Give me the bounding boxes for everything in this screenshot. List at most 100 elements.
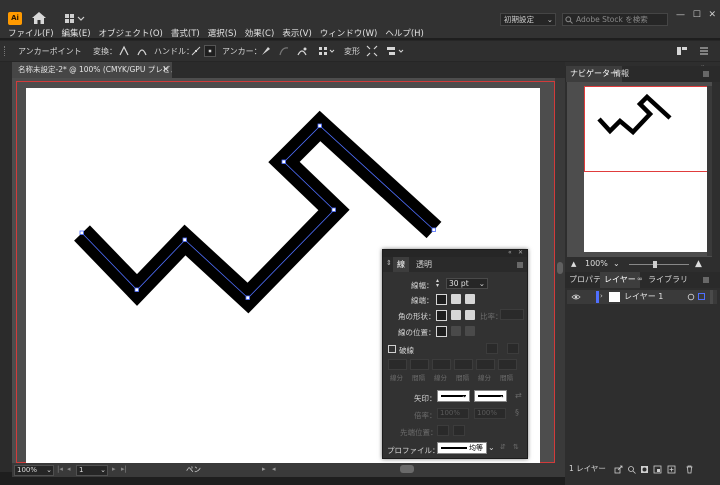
dashed-line-checkbox[interactable]	[388, 345, 396, 353]
delete-layer-icon[interactable]	[685, 465, 694, 474]
gap-2-input[interactable]	[454, 359, 473, 370]
menu-select[interactable]: 選択(S)	[208, 27, 237, 39]
tab-layers[interactable]: レイヤー	[600, 272, 640, 288]
end-arrow-scale-input[interactable]: 100%	[474, 408, 506, 419]
stock-search-input[interactable]: Adobe Stock を検索	[562, 13, 668, 26]
anchor-point[interactable]	[317, 123, 322, 128]
start-arrow-scale-input[interactable]: 100%	[437, 408, 469, 419]
bevel-join-button[interactable]	[465, 310, 475, 320]
gap-3-input[interactable]	[498, 359, 517, 370]
stroke-panel-titlebar[interactable]	[383, 250, 527, 257]
convert-smooth-icon[interactable]	[136, 45, 148, 57]
select-similar-icon[interactable]	[318, 45, 336, 57]
transform-button[interactable]: 変形	[344, 46, 360, 57]
close-window-button[interactable]: ✕	[708, 10, 716, 24]
expand-arrow-icon[interactable]: ›	[600, 292, 603, 300]
workspace-switcher-icon[interactable]	[64, 13, 86, 25]
arrange-documents-icon[interactable]	[676, 45, 688, 57]
panel-menu-icon[interactable]	[702, 70, 710, 78]
zoom-slider-thumb[interactable]	[653, 261, 657, 268]
tip-extend-button[interactable]	[437, 425, 449, 436]
width-profile-select[interactable]: 均等	[437, 442, 487, 454]
panel-menu-icon[interactable]	[698, 45, 710, 57]
minimize-button[interactable]: —	[676, 10, 685, 24]
flip-profile-vertical-icon[interactable]: ⇅	[513, 443, 519, 451]
chevron-down-icon[interactable]: ⌄	[499, 391, 506, 400]
remove-anchor-icon[interactable]	[260, 45, 272, 57]
align-center-button[interactable]	[436, 326, 447, 337]
menu-window[interactable]: ウィンドウ(W)	[320, 27, 378, 39]
artboard-select[interactable]: 1 ⌄	[76, 465, 108, 476]
anchor-point[interactable]	[331, 207, 336, 212]
menu-view[interactable]: 表示(V)	[282, 27, 311, 39]
tools-panel-collapsed[interactable]	[0, 62, 12, 472]
round-cap-button[interactable]	[451, 294, 461, 304]
anchor-point[interactable]	[281, 159, 286, 164]
tab-stroke[interactable]: 線	[393, 257, 409, 272]
new-sublayer-icon[interactable]	[653, 465, 662, 474]
chevron-down-icon[interactable]: ⌄	[488, 443, 495, 452]
projecting-cap-button[interactable]	[465, 294, 475, 304]
layer-target-icon[interactable]	[687, 293, 695, 301]
weight-stepper-icon[interactable]: ▴ ▾	[436, 278, 445, 289]
menu-object[interactable]: オブジェクト(O)	[99, 27, 163, 39]
zoom-out-icon[interactable]: ▲	[571, 258, 576, 270]
home-icon[interactable]	[31, 11, 47, 25]
locate-object-icon[interactable]	[627, 465, 636, 474]
flip-profile-icon[interactable]: ⇵	[500, 443, 506, 451]
tip-place-button[interactable]	[453, 425, 465, 436]
export-icon[interactable]	[614, 465, 623, 474]
isolate-icon[interactable]	[366, 45, 378, 57]
anchor-point[interactable]	[182, 237, 187, 242]
dash-2-input[interactable]	[432, 359, 451, 370]
dash-preserve-button[interactable]	[486, 343, 498, 354]
convert-corner-icon[interactable]	[118, 45, 130, 57]
artboard-nav-next-icon[interactable]: ▸	[112, 465, 116, 473]
connect-anchor-icon[interactable]	[278, 45, 290, 57]
control-bar-grip[interactable]	[4, 46, 7, 56]
maximize-button[interactable]: ☐	[693, 10, 701, 24]
align-outside-button[interactable]	[465, 326, 475, 336]
document-tab-close-button[interactable]: ✕	[162, 62, 170, 78]
stroke-panel-collapse-icon[interactable]: «	[508, 249, 512, 256]
stroke-panel-close-icon[interactable]: ✕	[518, 249, 523, 256]
navigator-zoom-value[interactable]: 100%	[585, 258, 608, 270]
swap-arrowheads-icon[interactable]: ⇄	[515, 391, 522, 400]
navigator-scrollbar[interactable]	[707, 86, 712, 256]
miter-join-button[interactable]	[436, 310, 447, 321]
panel-menu-icon[interactable]	[702, 276, 710, 284]
chevron-down-icon[interactable]: ⌄	[461, 391, 468, 400]
panel-menu-icon[interactable]	[516, 261, 524, 269]
zoom-in-icon[interactable]: ▲	[695, 258, 702, 270]
align-options-icon[interactable]	[386, 45, 406, 57]
anchor-point[interactable]	[79, 230, 84, 235]
zoom-select[interactable]: 100% ⌄	[14, 465, 54, 476]
document-tab[interactable]: 名称未設定-2* @ 100% (CMYK/GPU プレビュー)	[12, 62, 172, 78]
navigator-view-box[interactable]	[584, 86, 708, 172]
artboard-nav-last-icon[interactable]: ▸|	[121, 465, 127, 473]
align-inside-button[interactable]	[451, 326, 461, 336]
horizontal-scroll-thumb[interactable]	[400, 465, 414, 473]
hide-handles-icon[interactable]	[204, 45, 216, 57]
artboard-nav-first-icon[interactable]: |◂	[57, 465, 63, 473]
layer-name[interactable]: レイヤー 1	[624, 290, 663, 304]
dash-align-corners-button[interactable]	[507, 343, 519, 354]
anchor-point[interactable]	[245, 295, 250, 300]
miter-limit-input[interactable]	[500, 309, 524, 320]
menu-type[interactable]: 書式(T)	[171, 27, 200, 39]
artboard-nav-prev-icon[interactable]: ◂	[67, 465, 71, 473]
anchor-point[interactable]	[134, 287, 139, 292]
butt-cap-button[interactable]	[436, 294, 447, 305]
anchor-point[interactable]	[431, 227, 436, 232]
clipping-mask-icon[interactable]	[640, 465, 649, 474]
workspace-dropdown[interactable]: 初期設定 ⌄	[500, 13, 556, 26]
eye-icon[interactable]	[571, 293, 581, 301]
menu-help[interactable]: ヘルプ(H)	[385, 27, 424, 39]
tab-info[interactable]: 情報	[613, 66, 629, 82]
gap-1-input[interactable]	[410, 359, 429, 370]
menu-edit[interactable]: 編集(E)	[62, 27, 91, 39]
new-layer-icon[interactable]	[667, 465, 676, 474]
show-handles-icon[interactable]	[190, 45, 202, 57]
cut-path-icon[interactable]	[296, 45, 308, 57]
panel-options-arrow-icon[interactable]: ⇕	[386, 259, 392, 267]
